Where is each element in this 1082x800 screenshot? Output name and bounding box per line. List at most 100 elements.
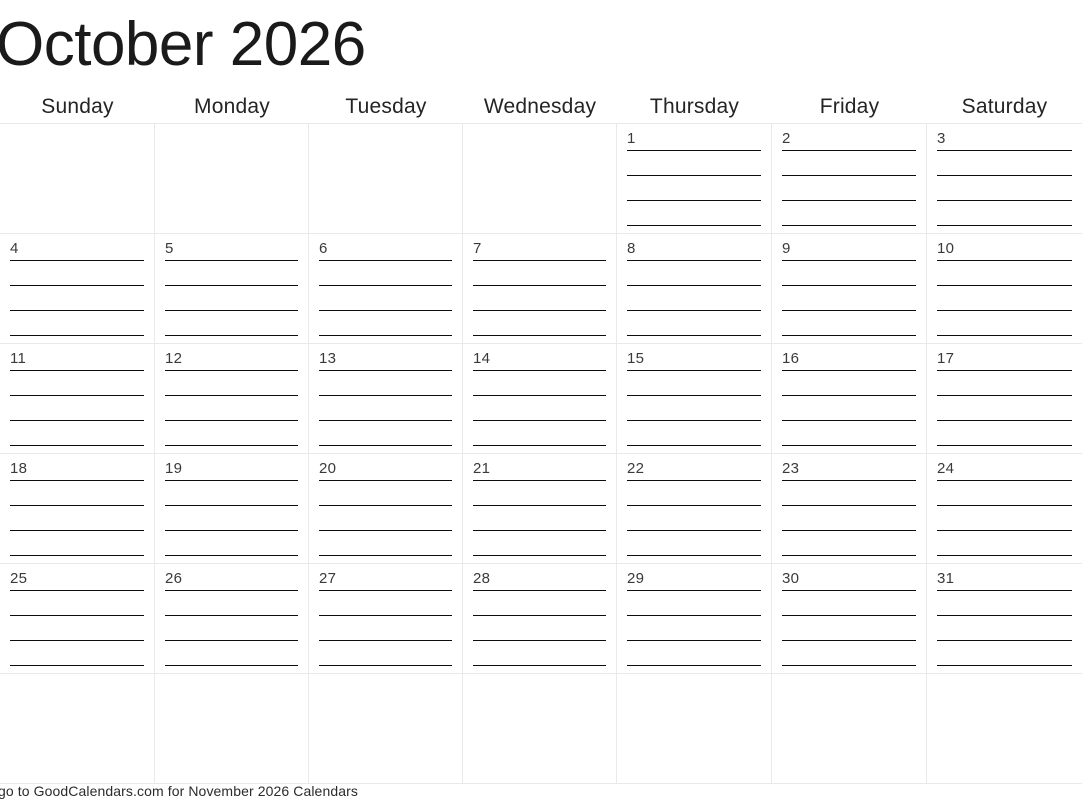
- note-lines[interactable]: [937, 370, 1072, 446]
- note-line-4[interactable]: [937, 335, 1072, 336]
- note-line-3[interactable]: [937, 310, 1072, 311]
- day-cell-empty[interactable]: [309, 124, 463, 234]
- note-lines[interactable]: [473, 590, 606, 666]
- note-line-4[interactable]: [473, 335, 606, 336]
- note-line-2[interactable]: [782, 615, 916, 616]
- note-line-4[interactable]: [165, 555, 298, 556]
- note-line-3[interactable]: [165, 420, 298, 421]
- note-line-1[interactable]: [473, 590, 606, 591]
- note-line-3[interactable]: [165, 530, 298, 531]
- day-cell-12[interactable]: 12: [155, 344, 309, 454]
- note-line-4[interactable]: [319, 445, 452, 446]
- note-line-4[interactable]: [10, 445, 144, 446]
- note-line-3[interactable]: [10, 640, 144, 641]
- note-lines[interactable]: [937, 260, 1072, 336]
- note-line-4[interactable]: [937, 555, 1072, 556]
- day-cell-8[interactable]: 8: [617, 234, 772, 344]
- note-line-2[interactable]: [937, 285, 1072, 286]
- note-line-3[interactable]: [937, 420, 1072, 421]
- day-cell-empty[interactable]: [309, 674, 463, 784]
- note-line-3[interactable]: [319, 420, 452, 421]
- note-line-3[interactable]: [473, 420, 606, 421]
- note-line-2[interactable]: [165, 615, 298, 616]
- note-line-1[interactable]: [319, 590, 452, 591]
- note-line-2[interactable]: [165, 285, 298, 286]
- note-line-4[interactable]: [319, 665, 452, 666]
- note-line-3[interactable]: [627, 200, 761, 201]
- note-line-3[interactable]: [473, 640, 606, 641]
- note-lines[interactable]: [319, 590, 452, 666]
- day-cell-2[interactable]: 2: [772, 124, 927, 234]
- note-line-2[interactable]: [165, 505, 298, 506]
- note-line-4[interactable]: [627, 665, 761, 666]
- day-cell-13[interactable]: 13: [309, 344, 463, 454]
- day-cell-6[interactable]: 6: [309, 234, 463, 344]
- day-cell-empty[interactable]: [155, 124, 309, 234]
- note-lines[interactable]: [319, 480, 452, 556]
- day-cell-7[interactable]: 7: [463, 234, 617, 344]
- day-cell-20[interactable]: 20: [309, 454, 463, 564]
- note-line-2[interactable]: [627, 615, 761, 616]
- note-line-1[interactable]: [10, 370, 144, 371]
- note-line-1[interactable]: [937, 260, 1072, 261]
- note-line-3[interactable]: [937, 530, 1072, 531]
- note-line-3[interactable]: [782, 420, 916, 421]
- note-line-2[interactable]: [627, 395, 761, 396]
- note-lines[interactable]: [319, 370, 452, 446]
- note-line-3[interactable]: [319, 310, 452, 311]
- note-line-4[interactable]: [10, 555, 144, 556]
- note-line-3[interactable]: [10, 420, 144, 421]
- note-line-2[interactable]: [937, 505, 1072, 506]
- note-lines[interactable]: [782, 150, 916, 226]
- day-cell-3[interactable]: 3: [927, 124, 1082, 234]
- note-line-2[interactable]: [473, 505, 606, 506]
- note-line-3[interactable]: [10, 530, 144, 531]
- note-line-3[interactable]: [627, 310, 761, 311]
- note-line-2[interactable]: [10, 505, 144, 506]
- note-line-1[interactable]: [319, 260, 452, 261]
- note-line-1[interactable]: [627, 590, 761, 591]
- note-line-2[interactable]: [937, 615, 1072, 616]
- note-line-2[interactable]: [782, 285, 916, 286]
- note-line-1[interactable]: [782, 150, 916, 151]
- day-cell-24[interactable]: 24: [927, 454, 1082, 564]
- note-lines[interactable]: [10, 370, 144, 446]
- note-line-3[interactable]: [937, 640, 1072, 641]
- day-cell-18[interactable]: 18: [0, 454, 155, 564]
- day-cell-16[interactable]: 16: [772, 344, 927, 454]
- note-line-3[interactable]: [627, 530, 761, 531]
- note-line-3[interactable]: [165, 640, 298, 641]
- note-lines[interactable]: [782, 480, 916, 556]
- day-cell-empty[interactable]: [463, 674, 617, 784]
- note-lines[interactable]: [937, 150, 1072, 226]
- note-lines[interactable]: [473, 480, 606, 556]
- note-line-1[interactable]: [627, 260, 761, 261]
- note-line-4[interactable]: [782, 555, 916, 556]
- day-cell-28[interactable]: 28: [463, 564, 617, 674]
- day-cell-31[interactable]: 31: [927, 564, 1082, 674]
- note-line-1[interactable]: [10, 480, 144, 481]
- day-cell-27[interactable]: 27: [309, 564, 463, 674]
- note-line-3[interactable]: [10, 310, 144, 311]
- note-lines[interactable]: [10, 260, 144, 336]
- note-line-2[interactable]: [627, 285, 761, 286]
- note-lines[interactable]: [10, 480, 144, 556]
- note-line-2[interactable]: [319, 505, 452, 506]
- note-lines[interactable]: [782, 590, 916, 666]
- note-line-4[interactable]: [627, 555, 761, 556]
- note-lines[interactable]: [473, 370, 606, 446]
- note-lines[interactable]: [627, 370, 761, 446]
- note-line-2[interactable]: [10, 615, 144, 616]
- day-cell-30[interactable]: 30: [772, 564, 927, 674]
- note-line-1[interactable]: [165, 590, 298, 591]
- note-line-1[interactable]: [937, 480, 1072, 481]
- note-line-1[interactable]: [10, 590, 144, 591]
- note-line-2[interactable]: [473, 615, 606, 616]
- note-line-1[interactable]: [937, 590, 1072, 591]
- day-cell-empty[interactable]: [0, 124, 155, 234]
- day-cell-14[interactable]: 14: [463, 344, 617, 454]
- day-cell-empty[interactable]: [617, 674, 772, 784]
- day-cell-9[interactable]: 9: [772, 234, 927, 344]
- note-line-2[interactable]: [165, 395, 298, 396]
- note-line-4[interactable]: [627, 335, 761, 336]
